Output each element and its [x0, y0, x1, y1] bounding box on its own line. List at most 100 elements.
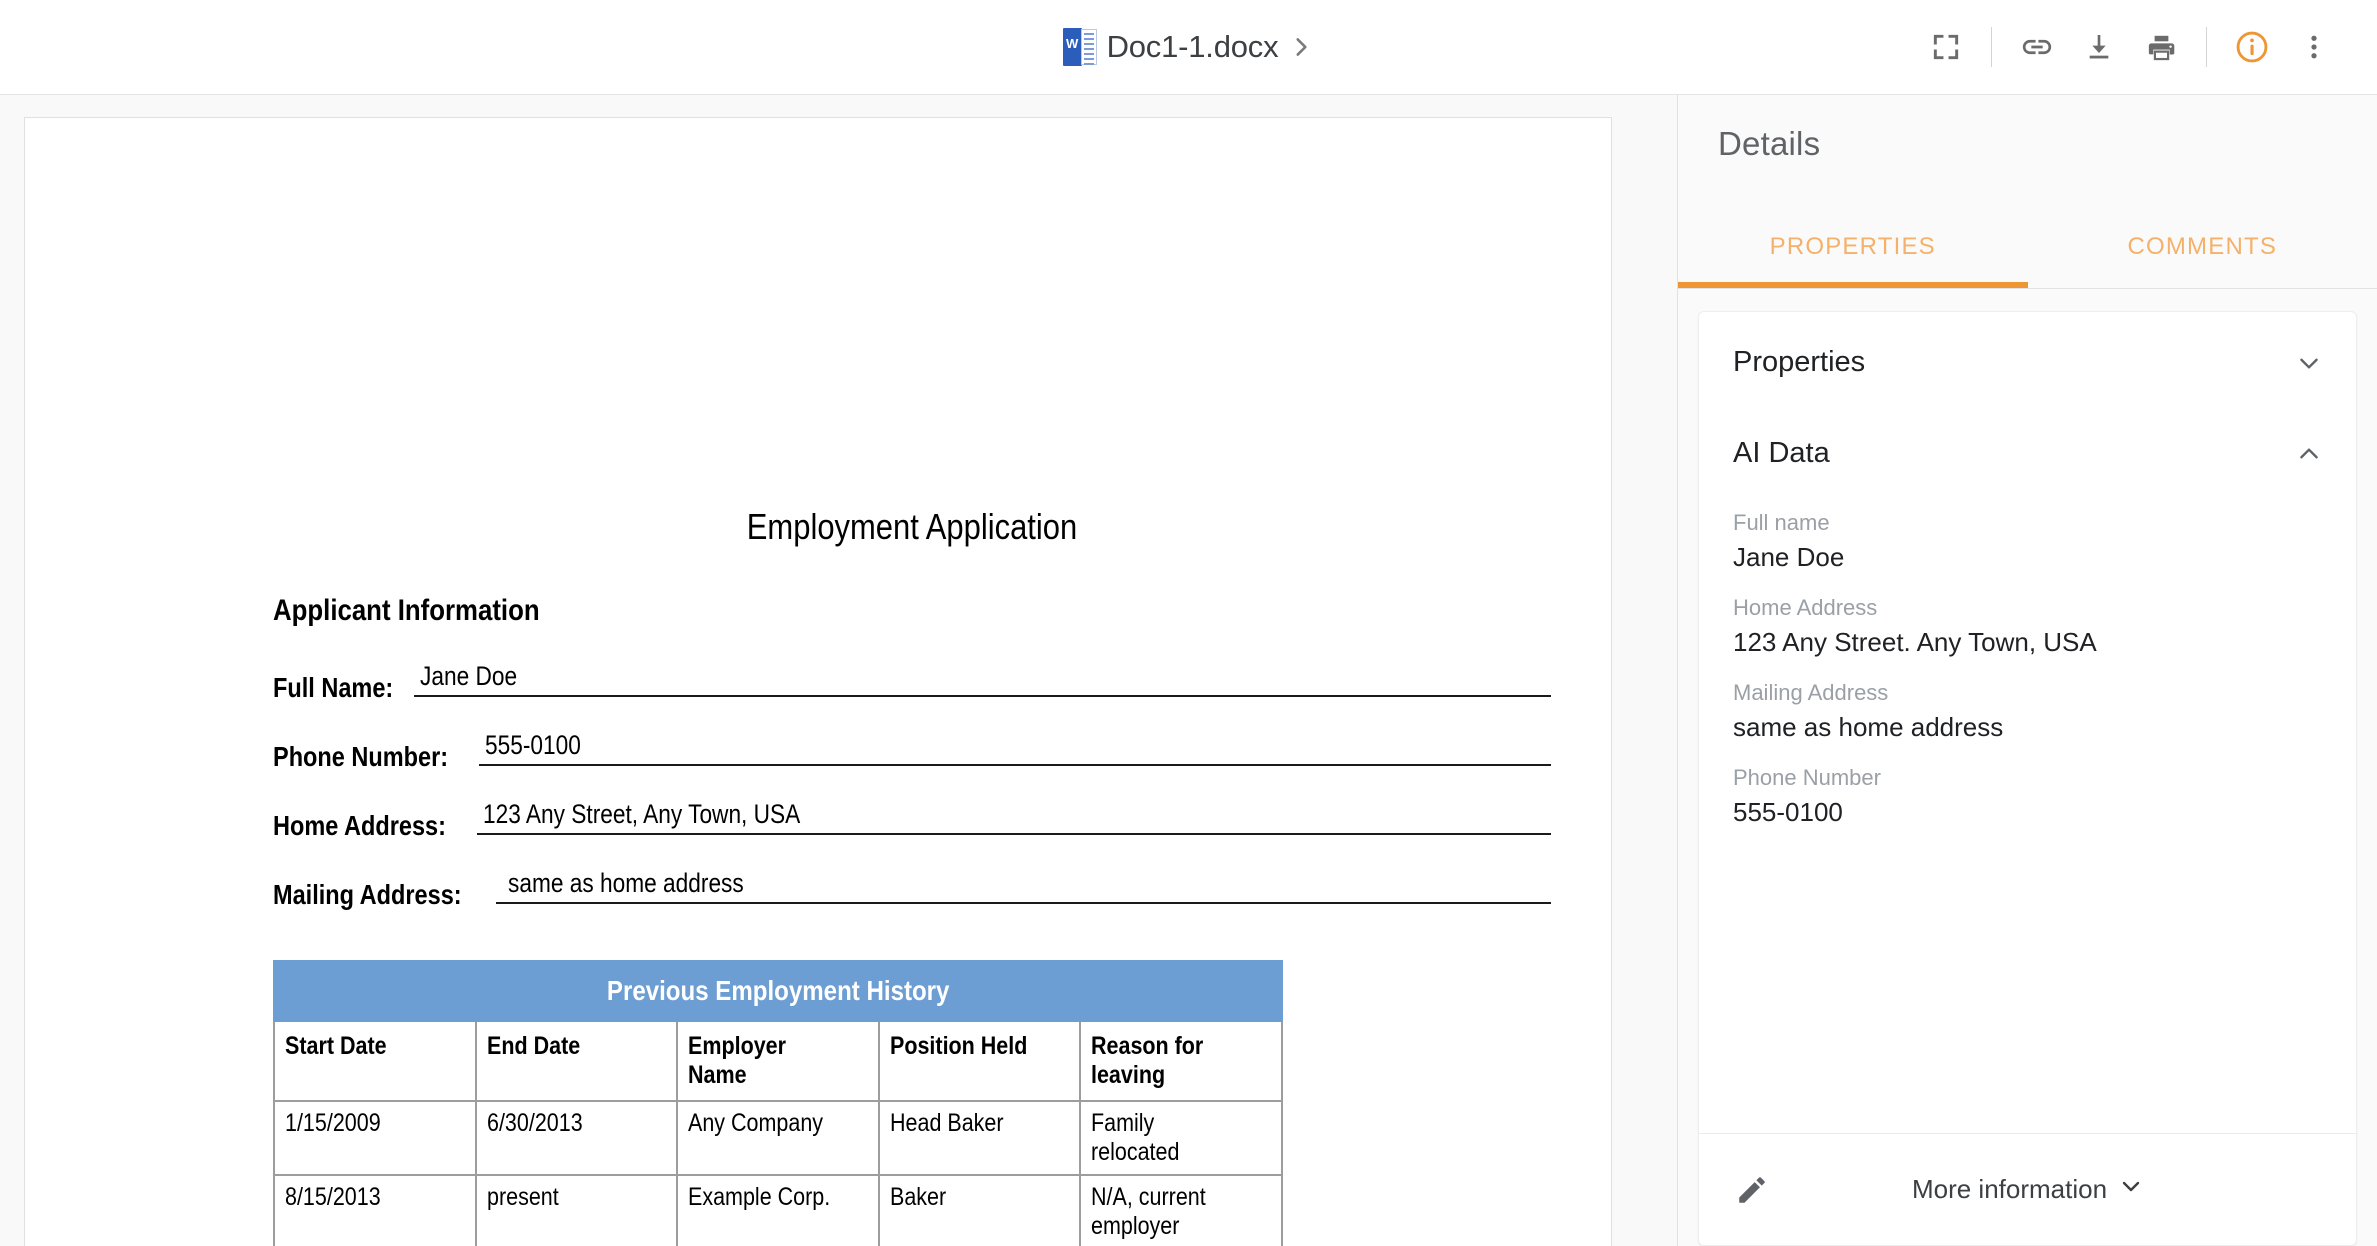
tab-comments[interactable]: COMMENTS: [2028, 233, 2377, 288]
print-icon: [2145, 31, 2178, 64]
ai-data-field-full-name: Full name Jane Doe: [1733, 510, 2322, 573]
chevron-right-icon[interactable]: [1288, 34, 1314, 60]
table-cell: N/A, current employer: [1079, 1174, 1283, 1246]
download-icon: [2083, 31, 2115, 63]
column-label: End Date: [486, 1032, 580, 1060]
field-value: Jane Doe: [420, 661, 518, 691]
document-viewer[interactable]: Employment Application Applicant Informa…: [0, 95, 1677, 1246]
ai-data-field-home-address: Home Address 123 Any Street. Any Town, U…: [1733, 595, 2322, 658]
field-underline: 555-0100: [479, 730, 1551, 766]
cell-text: Family relocated: [1091, 1109, 1180, 1166]
details-card-body: Properties AI Data Full name Jane Doe Ho…: [1699, 312, 2356, 1133]
field-underline: same as home address: [495, 868, 1551, 904]
details-panel: Details PROPERTIES COMMENTS Properties A…: [1677, 95, 2377, 1246]
table-cell: present: [474, 1174, 679, 1246]
section-title: Properties: [1733, 346, 1866, 378]
chevron-up-icon[interactable]: [2296, 441, 2322, 467]
more-information-button[interactable]: More information: [1699, 1174, 2356, 1205]
section-ai-data-header[interactable]: AI Data: [1733, 397, 2322, 488]
print-button[interactable]: [2130, 16, 2192, 78]
table-header-row: Start Date End Date Employer Name Positi…: [273, 1020, 1283, 1102]
table-cell: 6/30/2013: [474, 1100, 679, 1176]
table-column-header: Start Date: [273, 1020, 477, 1102]
details-scroll-area[interactable]: Properties AI Data Full name Jane Doe Ho…: [1678, 289, 2377, 1246]
chevron-down-icon[interactable]: [2296, 350, 2322, 376]
field-label: Phone Number:: [273, 741, 449, 772]
cell-text: present: [486, 1183, 559, 1211]
table-column-header: Position Held: [877, 1020, 1082, 1102]
table-column-header: End Date: [474, 1020, 679, 1102]
document-heading: Employment Application: [746, 506, 1078, 547]
field-key: Phone Number: [1733, 765, 1881, 790]
employment-history-table: Previous Employment History Start Date E…: [273, 960, 1283, 1246]
field-underline: 123 Any Street, Any Town, USA: [476, 799, 1551, 835]
tab-properties[interactable]: PROPERTIES: [1678, 233, 2028, 288]
more-vertical-icon: [2299, 32, 2329, 62]
download-button[interactable]: [2068, 16, 2130, 78]
cell-text: 6/30/2013: [486, 1109, 583, 1137]
details-card: Properties AI Data Full name Jane Doe Ho…: [1698, 311, 2357, 1246]
cell-text: Any Company: [688, 1109, 824, 1137]
field-key: Mailing Address: [1733, 680, 1889, 705]
chevron-down-icon[interactable]: [2119, 1174, 2143, 1205]
table-caption-row: Previous Employment History: [273, 960, 1283, 1022]
table-cell: Family relocated: [1079, 1100, 1283, 1176]
field-value: same as home address: [1733, 712, 2004, 742]
table-cell: Any Company: [676, 1100, 880, 1176]
more-options-button[interactable]: [2283, 16, 2345, 78]
field-label: Mailing Address:: [273, 879, 462, 910]
field-home-address: Home Address: 123 Any Street, Any Town, …: [273, 799, 1551, 841]
toolbar-divider-2: [2206, 27, 2207, 67]
column-label: Reason for leaving: [1091, 1032, 1204, 1089]
table-caption-text: Previous Employment History: [606, 975, 950, 1006]
table-cell: Head Baker: [877, 1100, 1082, 1176]
table-column-header: Employer Name: [676, 1020, 880, 1102]
column-label: Start Date: [285, 1032, 387, 1060]
toolbar-actions: [1915, 16, 2377, 78]
section-title: AI Data: [1733, 437, 1830, 469]
details-tabs: PROPERTIES COMMENTS: [1678, 233, 2377, 288]
top-toolbar: W Doc1-1.docx: [0, 0, 2377, 95]
field-value: Jane Doe: [1733, 542, 1845, 572]
copy-link-button[interactable]: [2006, 16, 2068, 78]
field-value: same as home address: [507, 868, 744, 898]
cell-text: Head Baker: [889, 1109, 1004, 1137]
table-cell: Example Corp.: [676, 1174, 880, 1246]
field-value: 123 Any Street. Any Town, USA: [1733, 627, 2097, 657]
field-value: 555-0100: [485, 730, 582, 760]
table-row: 1/15/2009 6/30/2013 Any Company Head Bak…: [273, 1100, 1283, 1176]
page-title: Doc1-1.docx: [1106, 29, 1279, 64]
cell-text: N/A, current employer: [1091, 1183, 1207, 1240]
field-label: Full Name:: [273, 672, 394, 703]
fullscreen-icon: [1930, 31, 1962, 63]
ai-data-field-phone-number: Phone Number 555-0100: [1733, 765, 2322, 828]
table-cell: 8/15/2013: [273, 1174, 477, 1246]
info-button[interactable]: [2221, 16, 2283, 78]
field-key: Full name: [1733, 510, 1830, 535]
details-panel-title: Details: [1718, 125, 1821, 162]
toolbar-divider-1: [1991, 27, 1992, 67]
field-full-name: Full Name: Jane Doe: [273, 661, 1551, 703]
field-value: 123 Any Street, Any Town, USA: [482, 799, 801, 829]
word-docx-icon: W: [1062, 28, 1097, 66]
field-underline: Jane Doe: [414, 661, 1551, 697]
table-caption: Previous Employment History: [273, 960, 1283, 1022]
active-tab-underline: [1678, 282, 2028, 288]
fullscreen-button[interactable]: [1915, 16, 1977, 78]
field-key: Home Address: [1733, 595, 1878, 620]
column-label: Employer Name: [688, 1032, 787, 1089]
table-cell: Baker: [877, 1174, 1082, 1246]
cell-text: Baker: [889, 1183, 946, 1211]
pencil-icon[interactable]: [1735, 1173, 1769, 1207]
more-information-label: More information: [1911, 1174, 2108, 1204]
table-column-header: Reason for leaving: [1079, 1020, 1283, 1102]
field-label: Home Address:: [273, 810, 446, 841]
document-section-heading: Applicant Information: [273, 594, 540, 627]
details-card-footer: More information: [1699, 1133, 2356, 1245]
document-page: Employment Application Applicant Informa…: [24, 117, 1612, 1246]
link-icon: [2020, 30, 2054, 64]
field-phone-number: Phone Number: 555-0100: [273, 730, 1551, 772]
cell-text: 1/15/2009: [285, 1109, 381, 1137]
ai-data-field-mailing-address: Mailing Address same as home address: [1733, 680, 2322, 743]
section-properties-header[interactable]: Properties: [1733, 312, 2322, 397]
